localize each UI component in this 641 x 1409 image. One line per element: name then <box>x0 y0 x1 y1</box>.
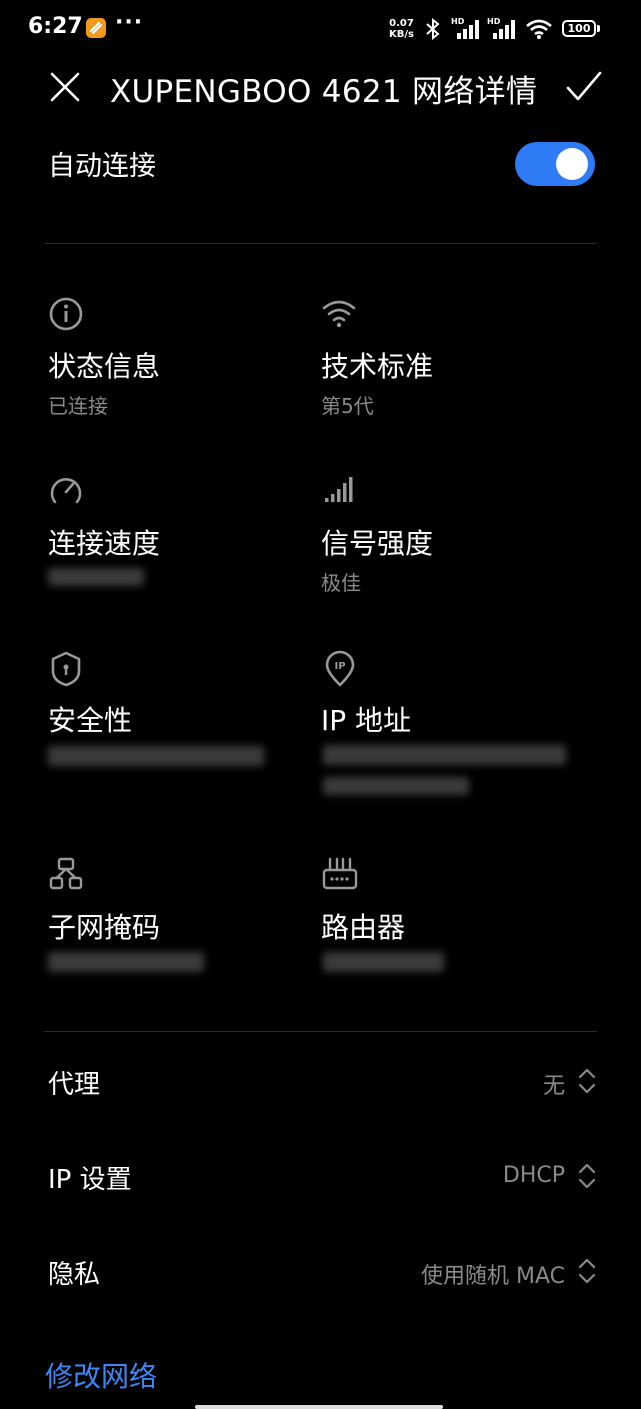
proxy-label: 代理 <box>48 1070 101 1100</box>
network-speed-value: 0.07 <box>389 18 414 29</box>
ip-settings-label: IP 设置 <box>48 1165 132 1195</box>
app-notification-icon <box>86 18 106 38</box>
router-value-redacted <box>323 952 444 972</box>
privacy-value: 使用随机 MAC <box>421 1264 565 1289</box>
cellular-signal-icon-2: HD <box>487 17 519 45</box>
wifi-status-icon <box>525 18 553 44</box>
auto-connect-toggle[interactable] <box>515 142 595 186</box>
battery-indicator: 100 <box>562 20 596 37</box>
standard-title: 技术标准 <box>321 350 434 383</box>
battery-tip <box>597 25 600 32</box>
bluetooth-icon <box>423 17 443 44</box>
network-speed: 0.07 KB/s <box>389 18 414 40</box>
status-time: 6:27 <box>28 14 83 39</box>
proxy-setting-row[interactable]: 代理 无 <box>0 1050 641 1112</box>
privacy-setting-row[interactable]: 隐私 使用随机 MAC <box>0 1240 641 1302</box>
security-title: 安全性 <box>48 704 133 737</box>
close-icon[interactable] <box>48 70 82 108</box>
standard-value: 第5代 <box>321 394 374 418</box>
svg-text:IP: IP <box>334 661 345 672</box>
page-title: XUPENGBOO 4621 网络详情 <box>110 74 538 110</box>
updown-chevron-icon <box>578 1066 596 1100</box>
ip-value-redacted-line1 <box>323 745 566 765</box>
divider <box>44 243 597 244</box>
signal-title: 信号强度 <box>321 527 434 560</box>
wifi-icon <box>321 296 357 334</box>
toggle-knob <box>556 148 588 180</box>
updown-chevron-icon <box>578 1256 596 1290</box>
router-icon <box>321 856 359 896</box>
cellular-signal-icon-1: HD <box>451 17 483 45</box>
status-value: 已连接 <box>48 394 108 418</box>
signal-value: 极佳 <box>321 571 361 595</box>
signal2-tag: HD <box>487 17 501 26</box>
speed-title: 连接速度 <box>48 527 161 560</box>
ip-location-icon: IP <box>323 650 357 692</box>
status-title: 状态信息 <box>48 350 161 383</box>
router-title: 路由器 <box>321 911 406 944</box>
auto-connect-label: 自动连接 <box>48 151 156 182</box>
ip-title: IP 地址 <box>321 704 412 737</box>
updown-chevron-icon <box>578 1161 596 1195</box>
confirm-check-icon[interactable] <box>565 70 603 108</box>
proxy-value: 无 <box>542 1074 565 1099</box>
home-indicator[interactable] <box>195 1405 443 1409</box>
info-icon <box>48 296 84 336</box>
speedometer-icon <box>48 472 84 512</box>
shield-icon <box>48 650 84 692</box>
security-value-redacted <box>48 746 264 766</box>
divider <box>44 1031 597 1032</box>
ip-value-redacted-line2 <box>323 777 469 795</box>
ip-settings-value: DHCP <box>502 1163 565 1188</box>
modify-network-link[interactable]: 修改网络 <box>45 1355 157 1395</box>
network-speed-unit: KB/s <box>389 29 414 40</box>
ip-settings-row[interactable]: IP 设置 DHCP <box>0 1145 641 1207</box>
subnet-title: 子网掩码 <box>48 911 161 944</box>
subnet-value-redacted <box>48 952 204 972</box>
signal1-tag: HD <box>451 17 465 26</box>
more-notifications-icon: ··· <box>115 10 144 35</box>
privacy-label: 隐私 <box>48 1260 101 1290</box>
speed-value-redacted <box>48 568 144 586</box>
signal-bars-icon <box>321 474 357 508</box>
network-tree-icon <box>48 856 84 896</box>
